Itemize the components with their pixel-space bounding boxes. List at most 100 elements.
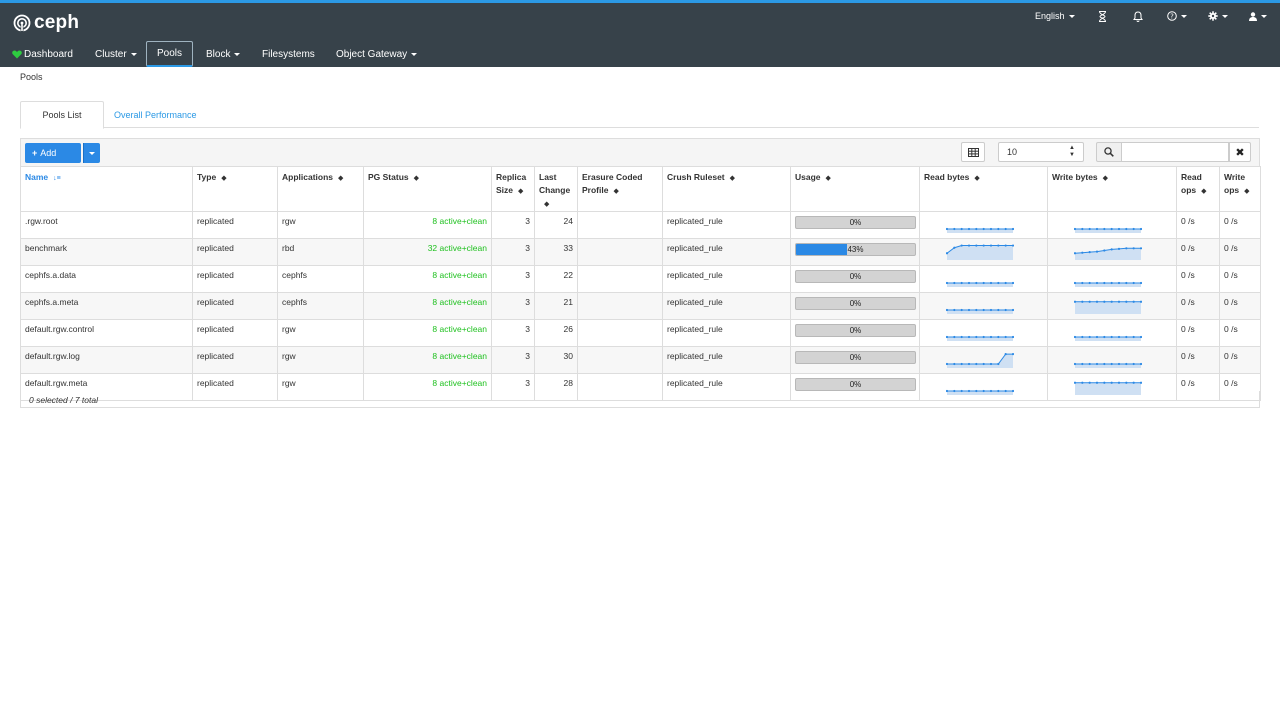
table-row[interactable]: benchmark replicated rbd 32 active+clean 3 33… [20, 238, 1261, 266]
usage-label: 43% [847, 245, 864, 254]
notifications-button[interactable] [1133, 9, 1143, 23]
chevron-down-icon [1222, 14, 1228, 18]
tab-overall-performance[interactable]: Overall Performance [104, 101, 207, 129]
nav-filesystems[interactable]: Filesystems [262, 41, 315, 67]
sparkline-point [1139, 381, 1142, 384]
add-dropdown-toggle[interactable] [83, 143, 100, 163]
column-header-name[interactable]: Name ↓≡ [20, 166, 193, 212]
sparkline-point [1011, 353, 1014, 356]
cell-write-ops: 0 /s [1219, 211, 1261, 239]
nav-block[interactable]: Block [206, 41, 241, 67]
limit-spinner[interactable]: ▲ ▼ [1069, 145, 1075, 159]
cell-name: default.rgw.log [20, 346, 193, 374]
sparkline-point [997, 244, 1000, 247]
usage-progress-bar: 0% [795, 270, 916, 283]
table-row[interactable]: .rgw.root replicated rgw 8 active+clean 3 24 r… [20, 211, 1261, 239]
sparkline-point [982, 308, 985, 312]
header-label: Usage [795, 172, 821, 182]
language-label: English [1035, 11, 1065, 21]
user-menu[interactable] [1249, 9, 1267, 23]
sparkline-point [1103, 335, 1106, 339]
cell-erasure-profile [577, 319, 663, 347]
sparkline-area [947, 337, 1013, 341]
ceph-logo[interactable]: ceph [13, 12, 79, 34]
write-bytes-sparkline [1074, 300, 1142, 314]
column-header-usage[interactable]: Usage ◆ [790, 166, 920, 212]
header-label: Last [539, 172, 557, 182]
table-row[interactable]: default.rgw.control replicated rgw 8 active… [20, 319, 1261, 347]
write-bytes-sparkline [1074, 247, 1142, 260]
column-header-write-bytes[interactable]: Write bytes ◆ [1047, 166, 1177, 212]
settings-menu[interactable] [1208, 9, 1228, 23]
task-manager-button[interactable] [1098, 9, 1107, 23]
sparkline-point [1117, 300, 1121, 303]
sort-icon: ◆ [413, 175, 420, 182]
cell-name: cephfs.a.meta [20, 292, 193, 320]
search-input[interactable] [1122, 142, 1229, 162]
column-header-applications[interactable]: Applications ◆ [277, 166, 364, 212]
column-header-last-change[interactable]: Last Change ◆ [534, 166, 578, 212]
cell-applications: rbd [277, 238, 364, 266]
nav-cluster[interactable]: Cluster [95, 41, 137, 67]
cell-last-change: 24 [534, 211, 578, 239]
sparkline-point [967, 281, 971, 285]
nav-object-gateway[interactable]: Object Gateway [336, 41, 418, 67]
sparkline-point [1095, 300, 1099, 303]
breadcrumb: Pools [20, 72, 43, 82]
table-row[interactable]: cephfs.a.meta replicated cephfs 8 active+cl… [20, 292, 1261, 320]
sparkline-point [1074, 362, 1077, 366]
sort-icon: ◆ [221, 175, 227, 182]
table-row[interactable]: default.rgw.log replicated rgw 8 active+cle… [20, 346, 1261, 374]
table-row[interactable]: cephfs.a.data replicated cephfs 8 active+cl… [20, 265, 1261, 293]
help-menu[interactable]: ? [1167, 9, 1187, 23]
sparkline-point [997, 335, 1000, 339]
column-header-type[interactable]: Type ◆ [192, 166, 278, 212]
cell-read-bytes [919, 265, 1048, 293]
sparkline-point [982, 362, 985, 366]
chevron-down-icon [234, 52, 241, 56]
sparkline-point [975, 227, 978, 231]
tab-pools-list[interactable]: Pools List [20, 101, 104, 129]
write-bytes-sparkline [1074, 281, 1142, 287]
sparkline-point [975, 244, 978, 247]
sparkline-point [967, 227, 971, 231]
column-header-erasure-coded-profile[interactable]: Erasure Coded Profile ◆ [577, 166, 663, 212]
column-header-read-ops[interactable]: Read ops ◆ [1176, 166, 1220, 212]
sparkline-point [1081, 251, 1084, 254]
header-label: Size [496, 185, 514, 195]
add-label: Add [40, 148, 57, 158]
column-header-crush-ruleset[interactable]: Crush Ruleset ◆ [662, 166, 791, 212]
page-limit-input[interactable]: 10 ▲ ▼ [998, 142, 1084, 162]
sort-icon: ◆ [1102, 175, 1109, 182]
column-toggle-button[interactable] [961, 142, 985, 162]
column-header-read-bytes[interactable]: Read bytes ◆ [919, 166, 1048, 212]
cell-usage: 0% [790, 292, 920, 320]
sparkline-point [997, 281, 1000, 285]
ceph-logo-icon [13, 14, 31, 32]
top-navbar: ceph English ? Dashboard Cluster Pools B… [0, 0, 1280, 67]
nav-label: Pools [157, 48, 183, 59]
cell-write-bytes [1047, 238, 1177, 266]
nav-pools[interactable]: Pools [146, 41, 193, 67]
language-selector[interactable]: English [1035, 9, 1075, 23]
cell-applications: rgw [277, 319, 364, 347]
nav-dashboard[interactable]: Dashboard [12, 41, 73, 67]
column-header-write-ops[interactable]: Write ops ◆ [1219, 166, 1261, 212]
clear-search-button[interactable]: ✖ [1229, 142, 1251, 162]
cell-crush-ruleset: replicated_rule [662, 211, 791, 239]
add-pool-button[interactable]: + Add [25, 143, 81, 163]
sparkline-point [1139, 227, 1142, 231]
cell-erasure-profile [577, 238, 663, 266]
help-icon: ? [1167, 11, 1177, 21]
search-button[interactable] [1096, 142, 1122, 162]
sparkline-area [947, 354, 1013, 368]
column-header-pg-status[interactable]: PG Status ◆ [363, 166, 492, 212]
sparkline-point [953, 246, 956, 249]
header-label: Change [539, 185, 571, 195]
cell-read-bytes [919, 211, 1048, 239]
column-header-replica-size[interactable]: Replica Size ◆ [491, 166, 535, 212]
cell-pg-status: 8 active+clean [363, 292, 492, 320]
header-label: PG Status [368, 172, 409, 182]
sparkline-point [975, 308, 978, 312]
cell-replica-size: 3 [491, 238, 535, 266]
